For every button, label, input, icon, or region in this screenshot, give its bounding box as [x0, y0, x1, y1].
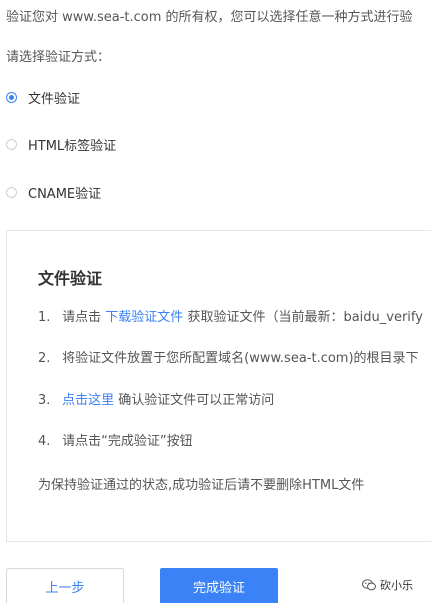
step-1-number: 1. [38, 310, 51, 325]
previous-step-button[interactable]: 上一步 [6, 568, 124, 603]
watermark-text: 砍小乐 [380, 579, 413, 592]
step-1-prefix: 请点击 [62, 310, 102, 325]
step-2-number: 2. [38, 351, 51, 366]
step-3-suffix: 确认验证文件可以正常访问 [118, 393, 275, 408]
option-cname[interactable]: CNAME验证 [6, 181, 101, 203]
option-file-label: 文件验证 [28, 91, 81, 107]
step-3-number: 3. [38, 393, 51, 408]
step-4: 4. 请点击“完成验证”按钮 [38, 431, 193, 453]
option-file[interactable]: 文件验证 [6, 86, 80, 108]
click-here-link[interactable]: 点击这里 [62, 393, 114, 408]
intro-text: 验证您对 www.sea-t.com 的所有权，您可以选择任意一种方式进行验 [6, 10, 413, 25]
wechat-icon [362, 579, 376, 591]
step-2: 2. 将验证文件放置于您所配置域名(www.sea-t.com)的根目录下 [38, 348, 419, 370]
complete-verification-button[interactable]: 完成验证 [160, 568, 278, 603]
option-cname-label: CNAME验证 [28, 186, 102, 202]
step-4-text: 请点击“完成验证”按钮 [62, 434, 193, 449]
download-verification-file-link[interactable]: 下载验证文件 [105, 310, 183, 325]
instructions-panel: 文件验证 1. 请点击 下载验证文件 获取验证文件（当前最新：baidu_ver… [6, 230, 431, 542]
radio-unchecked-icon[interactable] [6, 138, 17, 150]
step-1-suffix: 获取验证文件（当前最新：baidu_verify [187, 310, 423, 325]
step-3: 3. 点击这里 确认验证文件可以正常访问 [38, 390, 274, 412]
step-4-number: 4. [38, 434, 51, 449]
verification-page: 验证您对 www.sea-t.com 的所有权，您可以选择任意一种方式进行验 请… [0, 0, 431, 603]
step-2-text: 将验证文件放置于您所配置域名(www.sea-t.com)的根目录下 [62, 351, 419, 366]
radio-unchecked-icon[interactable] [6, 186, 17, 198]
method-prompt: 请选择验证方式： [6, 50, 111, 65]
keep-file-note: 为保持验证通过的状态,成功验证后请不要删除HTML文件 [38, 478, 365, 493]
option-html-tag[interactable]: HTML标签验证 [6, 133, 116, 155]
panel-title: 文件验证 [38, 269, 103, 288]
watermark: 砍小乐 [362, 576, 413, 594]
step-1: 1. 请点击 下载验证文件 获取验证文件（当前最新：baidu_verify [38, 307, 423, 329]
option-html-tag-label: HTML标签验证 [28, 138, 117, 154]
radio-checked-icon[interactable] [6, 91, 17, 103]
